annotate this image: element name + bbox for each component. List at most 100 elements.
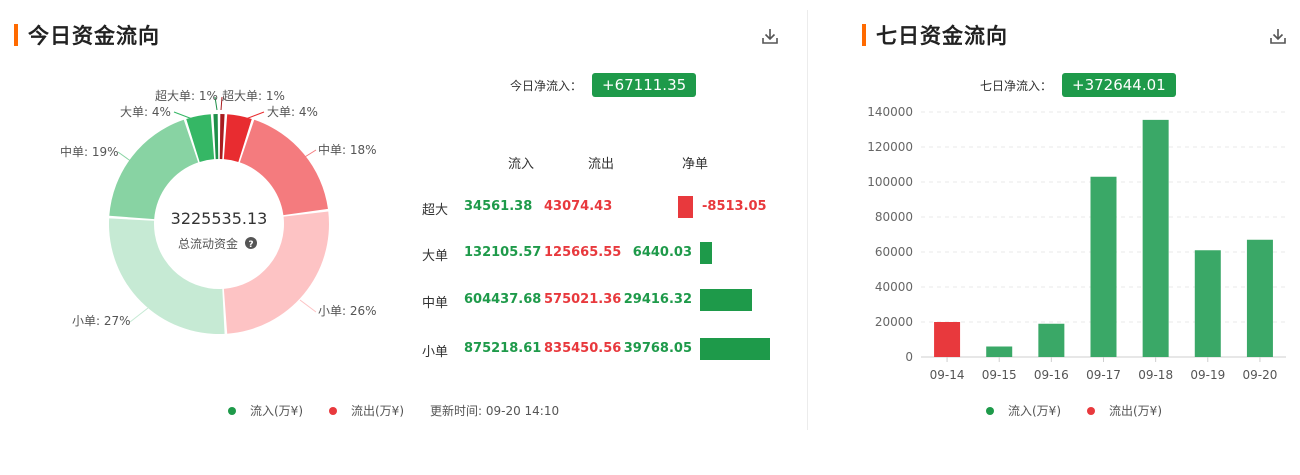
legend-inflow-label: 流入(万¥)	[250, 404, 303, 418]
week-legend: 流入(万¥) 流出(万¥)	[986, 402, 1188, 419]
row-in: 132105.57	[464, 245, 542, 260]
today-net-label: 今日净流入：	[510, 78, 583, 93]
table-row: 超大 34561.38 43074.43 -8513.05	[420, 195, 780, 221]
update-time: 更新时间: 09-20 14:10	[430, 404, 560, 418]
header-out: 流出	[588, 157, 615, 172]
x-tick-label: 09-16	[1034, 368, 1069, 382]
donut-chart: 超大单: 1% 超大单: 1% 大单: 4% 大单: 4% 中单: 19% 中单: 18%…	[60, 88, 377, 334]
donut-label: 中单: 18%	[318, 142, 377, 157]
title-accent-bar	[14, 24, 18, 46]
row-label: 小单	[422, 345, 449, 360]
x-tick-label: 09-18	[1138, 368, 1173, 382]
net-bar	[700, 338, 770, 360]
row-out: 43074.43	[544, 199, 613, 214]
donut-leader-line	[117, 151, 133, 163]
x-tick-label: 09-20	[1242, 368, 1277, 382]
legend-dot-green	[228, 406, 236, 415]
donut-center-value: 3225535.13	[171, 209, 268, 228]
row-label: 中单	[422, 296, 449, 311]
legend-inflow[interactable]: 流入(万¥)	[228, 402, 303, 419]
y-tick-label: 0	[905, 350, 913, 364]
row-net: 39768.05	[623, 341, 692, 356]
today-legend: 流入(万¥) 流出(万¥) 更新时间: 09-20 14:10	[228, 402, 559, 419]
donut-label: 小单: 26%	[318, 304, 377, 318]
today-title: 今日资金流向	[28, 24, 160, 48]
donut-label: 超大单: 1%	[222, 88, 285, 103]
header-in: 流入	[508, 157, 535, 172]
y-tick-label: 40000	[875, 280, 913, 294]
legend-outflow[interactable]: 流出(万¥)	[1087, 402, 1162, 419]
week-net-badge: +372644.01	[1062, 73, 1176, 97]
row-out: 125665.55	[544, 245, 622, 260]
seven-day-bar-chart: 020000400006000080000100000120000140000 …	[867, 105, 1286, 382]
legend-inflow[interactable]: 流入(万¥)	[986, 402, 1061, 419]
x-tick-label: 09-19	[1190, 368, 1225, 382]
legend-outflow[interactable]: 流出(万¥)	[329, 402, 404, 419]
y-tick-label: 100000	[867, 175, 913, 189]
row-out: 575021.36	[544, 292, 622, 307]
day-bar[interactable]	[1194, 250, 1221, 357]
net-bar	[700, 289, 752, 311]
y-tick-label: 20000	[875, 315, 913, 329]
row-net: 6440.03	[632, 245, 692, 260]
x-tick-label: 09-15	[982, 368, 1017, 382]
net-bar	[700, 242, 712, 264]
panel-divider	[807, 10, 808, 430]
donut-slice[interactable]	[239, 119, 328, 216]
legend-inflow-label: 流入(万¥)	[1008, 404, 1061, 418]
legend-dot-red	[329, 406, 337, 415]
donut-slice[interactable]	[219, 114, 225, 160]
row-out: 835450.56	[544, 341, 622, 356]
donut-center-label: 总流动资金	[178, 236, 238, 251]
day-bar[interactable]	[934, 322, 961, 357]
legend-outflow-label: 流出(万¥)	[351, 404, 404, 418]
y-tick-label: 60000	[875, 245, 913, 259]
today-title-row: 今日资金流向	[14, 22, 160, 48]
x-tick-label: 09-17	[1086, 368, 1121, 382]
donut-leader-line	[242, 111, 265, 121]
today-net-row: 今日净流入： +67111.35	[510, 73, 697, 97]
row-label: 超大	[422, 203, 449, 218]
donut-leader-line	[129, 307, 149, 323]
download-icon[interactable]	[1268, 26, 1288, 46]
legend-outflow-label: 流出(万¥)	[1109, 404, 1162, 418]
week-title: 七日资金流向	[876, 24, 1008, 48]
svg-text:?: ?	[248, 240, 253, 250]
help-icon[interactable]: ?	[245, 237, 257, 250]
donut-slice[interactable]	[109, 119, 199, 220]
row-in: 34561.38	[464, 199, 533, 214]
day-bar[interactable]	[986, 346, 1013, 358]
donut-label: 中单: 19%	[60, 144, 119, 159]
net-bar	[678, 196, 693, 218]
legend-dot-green	[986, 406, 994, 415]
row-net: -8513.05	[702, 199, 767, 214]
week-net-label: 七日净流入：	[980, 78, 1053, 93]
today-net-badge: +67111.35	[592, 73, 697, 97]
table-row: 大单 132105.57 125665.55 6440.03	[420, 241, 780, 267]
row-label: 大单	[422, 249, 449, 264]
y-tick-label: 120000	[867, 140, 913, 154]
day-bar[interactable]	[1038, 323, 1065, 357]
row-in: 875218.61	[464, 341, 542, 356]
download-icon[interactable]	[760, 26, 780, 46]
day-bar[interactable]	[1246, 239, 1273, 357]
week-title-row: 七日资金流向	[862, 22, 1008, 48]
header-net: 净单	[682, 157, 709, 172]
y-tick-label: 80000	[875, 210, 913, 224]
donut-slice[interactable]	[213, 114, 219, 160]
day-bar[interactable]	[1090, 176, 1117, 357]
week-net-row: 七日净流入： +372644.01	[980, 73, 1176, 97]
week-flow-panel: 七日资金流向 七日净流入： +372644.01 0 20000 40000 6000…	[836, 0, 1300, 475]
today-flow-panel: 今日资金流向 今日净流入： +67111.35 超大单: 1% 超大单: 1% 大单…	[0, 0, 808, 475]
donut-leader-line	[173, 111, 196, 121]
title-accent-bar	[862, 24, 866, 46]
donut-label: 超大单: 1%	[155, 88, 218, 103]
y-tick-label: 140000	[867, 105, 913, 119]
legend-dot-red	[1087, 406, 1095, 415]
donut-label: 大单: 4%	[267, 105, 318, 119]
donut-leader-line	[299, 299, 317, 313]
donut-slice[interactable]	[223, 211, 329, 334]
x-tick-label: 09-14	[930, 368, 965, 382]
day-bar[interactable]	[1142, 119, 1169, 357]
donut-label: 小单: 27%	[72, 314, 131, 328]
